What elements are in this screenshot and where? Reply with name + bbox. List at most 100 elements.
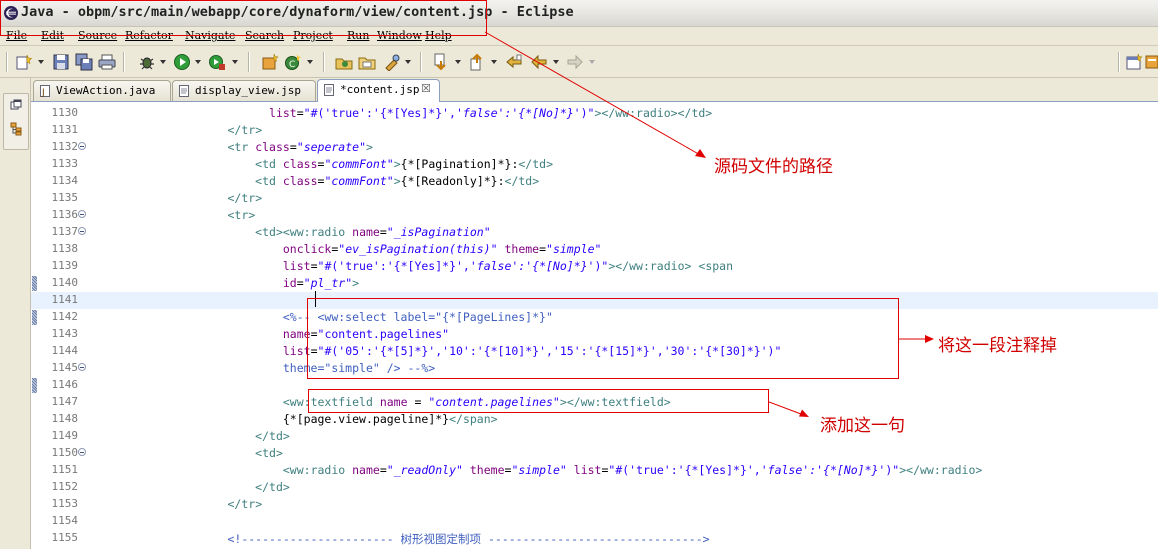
- toolbar-separator: [323, 52, 325, 72]
- next-annotation-icon[interactable]: [432, 53, 450, 71]
- tab-label: display_view.jsp: [195, 84, 301, 97]
- debug-dropdown-arrow[interactable]: [160, 60, 166, 64]
- new-dropdown-arrow[interactable]: [38, 60, 44, 64]
- new-wizard-icon[interactable]: [15, 53, 33, 71]
- line-text: </tr>: [227, 497, 263, 511]
- run-icon[interactable]: [173, 53, 191, 71]
- line-number: 1131: [51, 123, 79, 136]
- line-number: 1139: [51, 259, 79, 272]
- code-line: 1154: [31, 513, 1158, 530]
- code-line: 1152 </td>: [31, 479, 1158, 496]
- line-number: 1151: [51, 463, 79, 476]
- line-number: 1136: [51, 208, 79, 221]
- line-number: 1149: [51, 429, 79, 442]
- line-number: 1134: [51, 174, 79, 187]
- code-line: 1137 <td><ww:radio name="_isPagination": [31, 224, 1158, 241]
- close-icon[interactable]: ☒: [421, 82, 431, 95]
- code-line: 1150 <td>: [31, 445, 1158, 462]
- line-number: 1133: [51, 157, 79, 170]
- new-class-dropdown-arrow[interactable]: [307, 60, 313, 64]
- toolbar-separator: [1118, 52, 1120, 72]
- path-highlight-box: [0, 0, 487, 36]
- fold-toggle-icon[interactable]: [78, 210, 86, 218]
- line-number: 1135: [51, 191, 79, 204]
- search-icon[interactable]: [383, 53, 401, 71]
- code-line: 1138 onclick="ev_isPagination(this)" the…: [31, 241, 1158, 258]
- line-number: 1150: [51, 446, 79, 459]
- line-number: 1141: [51, 293, 79, 306]
- next-annotation-dropdown-arrow[interactable]: [455, 60, 461, 64]
- line-number: 1144: [51, 344, 79, 357]
- fold-toggle-icon[interactable]: [78, 227, 86, 235]
- line-number: 1140: [51, 276, 79, 289]
- java-file-icon: J: [40, 85, 50, 97]
- new-class-icon[interactable]: C: [284, 53, 302, 71]
- fold-toggle-icon[interactable]: [78, 142, 86, 150]
- open-task-icon[interactable]: [358, 53, 376, 71]
- toolbar-separator: [123, 52, 125, 72]
- line-text: onclick="ev_isPagination(this)" theme="s…: [282, 242, 602, 256]
- tab-content-jsp[interactable]: *content.jsp ☒: [317, 79, 440, 102]
- run-dropdown-arrow[interactable]: [195, 60, 201, 64]
- line-text: <td class="commFont">{*[Readonly]*}:</td…: [255, 174, 540, 188]
- line-text: id="pl_tr">: [282, 276, 360, 290]
- code-line: 1139 list="#('true':'{*[Yes]*}','false':…: [31, 258, 1158, 275]
- line-text: <ww:radio name="_readOnly" theme="simple…: [282, 463, 983, 477]
- debug-icon[interactable]: [138, 53, 156, 71]
- commented-block-box: [307, 298, 899, 379]
- svg-text:J: J: [41, 88, 45, 97]
- fold-toggle-icon[interactable]: [78, 448, 86, 456]
- restore-icon[interactable]: [10, 99, 22, 111]
- search-dropdown-arrow[interactable]: [405, 60, 411, 64]
- open-perspective-icon[interactable]: [1125, 53, 1143, 71]
- new-java-project-icon[interactable]: [261, 53, 279, 71]
- line-number: 1152: [51, 480, 79, 493]
- line-text: </tr>: [227, 123, 263, 137]
- minimized-views-stack: [3, 93, 29, 150]
- code-line: 1140 id="pl_tr">: [31, 275, 1158, 292]
- java-perspective-icon[interactable]: [1145, 53, 1158, 71]
- code-line: 1151 <ww:radio name="_readOnly" theme="s…: [31, 462, 1158, 479]
- fold-toggle-icon[interactable]: [78, 363, 86, 371]
- package-explorer-icon[interactable]: [10, 122, 23, 136]
- save-all-icon[interactable]: [75, 53, 93, 71]
- line-text: </td>: [255, 480, 290, 494]
- print-icon[interactable]: [98, 53, 116, 71]
- external-tools-icon[interactable]: [208, 53, 226, 71]
- jsp-file-icon: [324, 84, 334, 96]
- line-number: 1138: [51, 242, 79, 255]
- code-line: 1136 <tr>: [31, 207, 1158, 224]
- line-text: </tr>: [227, 191, 263, 205]
- line-number: 1145: [51, 361, 79, 374]
- line-number: 1142: [51, 310, 79, 323]
- tab-label: ViewAction.java: [56, 84, 156, 97]
- line-number: 1148: [51, 412, 79, 425]
- line-number: 1155: [51, 531, 79, 544]
- code-line: 1149 </td>: [31, 428, 1158, 445]
- code-line: 1134 <td class="commFont">{*[Readonly]*}…: [31, 173, 1158, 190]
- open-type-icon[interactable]: [335, 53, 353, 71]
- line-number: 1132: [51, 140, 79, 153]
- code-line: 1153 </tr>: [31, 496, 1158, 513]
- code-line: 1148 {*[page.view.pageline]*}</span>: [31, 411, 1158, 428]
- code-line: 1135 </tr>: [31, 190, 1158, 207]
- arrow-to-add-note: [769, 401, 809, 417]
- arrow-to-path-note: [484, 31, 706, 158]
- line-number: 1130: [51, 106, 79, 119]
- tab-label: *content.jsp: [340, 83, 420, 96]
- toolbar-separator: [248, 52, 250, 72]
- line-number: 1143: [51, 327, 79, 340]
- tab-display-view-jsp[interactable]: display_view.jsp: [172, 80, 316, 101]
- tab-viewaction-java[interactable]: J ViewAction.java: [33, 80, 171, 101]
- line-number: 1154: [51, 514, 79, 527]
- line-number: 1137: [51, 225, 79, 238]
- added-line-box: [308, 389, 769, 413]
- line-text: {*[page.view.pageline]*}</span>: [89, 412, 498, 426]
- toolbar-separator: [420, 52, 422, 72]
- external-tools-dropdown-arrow[interactable]: [232, 60, 238, 64]
- arrow-to-comment-note: [899, 335, 934, 343]
- save-icon[interactable]: [52, 53, 70, 71]
- line-text: <td><ww:radio name="_isPagination": [255, 225, 491, 239]
- minimized-views-bar: [0, 78, 31, 549]
- line-number: 1146: [51, 378, 79, 391]
